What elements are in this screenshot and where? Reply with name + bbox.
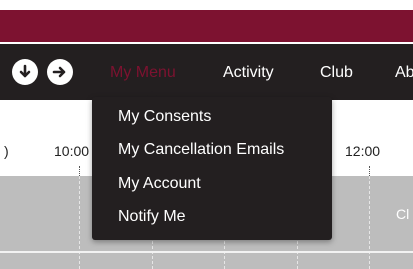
brand-banner-strip [0, 10, 413, 42]
circle-arrow-right-icon[interactable] [47, 59, 73, 85]
nav-my-menu[interactable]: My Menu [110, 64, 176, 82]
grid-line [79, 176, 80, 269]
circle-arrow-down-icon[interactable] [12, 59, 38, 85]
menu-item-my-account[interactable]: My Account [118, 175, 201, 193]
time-label: 10:00 [54, 143, 90, 159]
nav-activity[interactable]: Activity [223, 64, 274, 82]
grid-row-divider [0, 251, 413, 253]
grid-cell-text[interactable]: Cl [396, 206, 409, 222]
menu-item-my-consents[interactable]: My Consents [118, 108, 211, 126]
menu-item-my-cancellation-emails[interactable]: My Cancellation Emails [118, 141, 284, 159]
time-label: ) [4, 143, 9, 159]
time-label: 12:00 [345, 143, 381, 159]
top-banner [0, 0, 413, 44]
menu-item-notify-me[interactable]: Notify Me [118, 208, 186, 226]
grid-line [369, 176, 370, 269]
my-menu-dropdown: My Consents My Cancellation Emails My Ac… [92, 97, 332, 240]
time-tick [369, 166, 370, 176]
time-tick [79, 166, 80, 176]
main-navbar: My Menu Activity Club Ab [0, 44, 413, 100]
nav-club[interactable]: Club [320, 64, 353, 82]
nav-about-truncated[interactable]: Ab [395, 64, 413, 82]
